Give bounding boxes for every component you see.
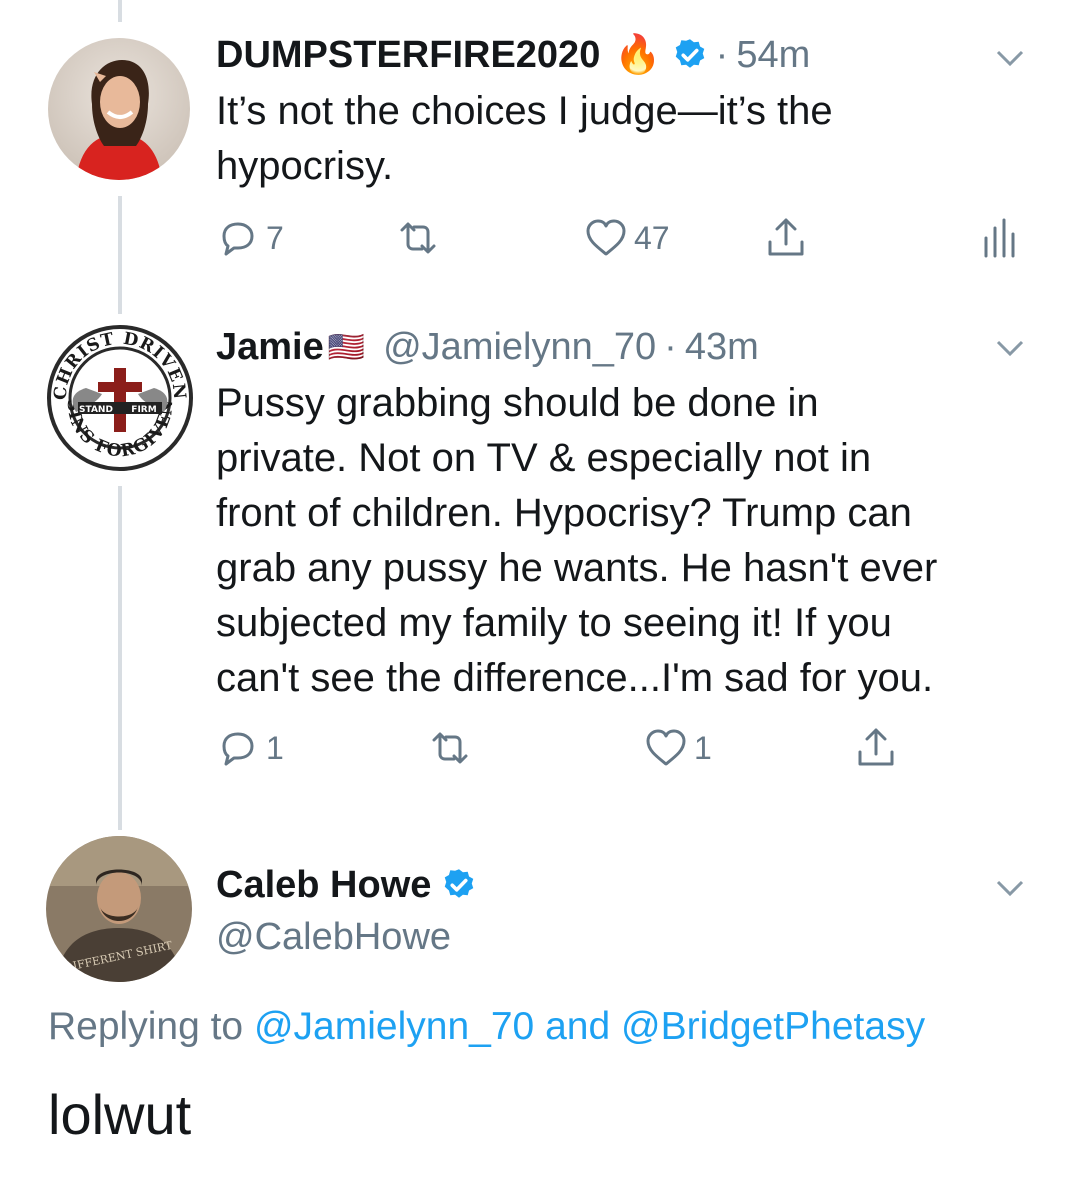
handle[interactable]: @Jamielynn_70	[383, 326, 656, 369]
reply-icon	[222, 222, 254, 256]
reply-count: 1	[266, 729, 284, 766]
chevron-down-icon[interactable]	[992, 46, 1028, 70]
focused-header: Caleb Howe	[216, 860, 477, 910]
like-icon	[586, 219, 626, 256]
display-name[interactable]: DUMPSTERFIRE2020	[216, 34, 600, 77]
text-line: private. Not on TV & especially not in	[216, 436, 872, 480]
reply-button[interactable]: 1	[216, 726, 284, 770]
focused-tweet-text: lolwut	[48, 1083, 192, 1146]
reply-count: 7	[266, 219, 284, 256]
display-name[interactable]: Jamie	[216, 326, 324, 369]
text-line: grab any pussy he wants. He hasn't ever	[216, 546, 938, 590]
retweet-icon	[400, 222, 436, 254]
separator: ·	[715, 33, 729, 76]
text-line: front of children. Hypocrisy? Trump can	[216, 491, 912, 535]
display-name[interactable]: Caleb Howe	[216, 864, 431, 907]
replying-to: Replying to @Jamielynn_70 and @BridgetPh…	[48, 1005, 925, 1049]
thread-line	[118, 0, 122, 22]
avatar-badge-left-text: STAND	[79, 405, 113, 415]
share-button[interactable]	[854, 726, 898, 770]
tweet-1-header: DUMPSTERFIRE2020 🔥 · 54m	[216, 30, 810, 80]
like-button[interactable]: 47	[584, 216, 670, 260]
text-line: hypocrisy.	[216, 144, 394, 188]
text-line: can't see the difference...I'm sad for y…	[216, 656, 934, 700]
like-icon	[646, 729, 686, 766]
tweet-2-text: Pussy grabbing should be done in private…	[216, 376, 937, 706]
share-icon	[768, 218, 804, 256]
avatar-jamie[interactable]: CHRIST DRIVEN SINS FORGIVEN STAND FIRM	[46, 324, 194, 472]
verified-badge-icon	[445, 869, 474, 898]
tweet-2-actions: 1 1	[216, 726, 936, 776]
tweet-1-text: It’s not the choices I judge—it’s the hy…	[216, 84, 833, 194]
share-button[interactable]	[764, 216, 808, 260]
share-icon	[858, 728, 894, 766]
mention-link[interactable]: @Jamielynn_70	[254, 1005, 534, 1048]
retweet-button[interactable]	[396, 216, 440, 260]
avatar-badge-right-text: FIRM	[131, 405, 156, 415]
analytics-icon	[984, 218, 1015, 258]
chevron-down-icon[interactable]	[992, 876, 1028, 900]
timestamp[interactable]: 54m	[736, 34, 810, 77]
like-button[interactable]: 1	[644, 726, 712, 770]
like-count: 47	[634, 219, 670, 256]
analytics-button[interactable]	[978, 216, 1022, 260]
handle[interactable]: @CalebHowe	[216, 916, 451, 959]
focused-handle-row: @CalebHowe	[216, 912, 451, 962]
thread-line	[118, 196, 122, 314]
chevron-down-icon[interactable]	[992, 336, 1028, 360]
retweet-button[interactable]	[428, 726, 472, 770]
avatar-dumpsterfire[interactable]	[48, 38, 190, 180]
replying-to-prefix: Replying to	[48, 1005, 244, 1048]
mention-link[interactable]: @BridgetPhetasy	[621, 1005, 925, 1048]
us-flag-emoji: 🇺🇸	[327, 330, 366, 364]
text-line: Pussy grabbing should be done in	[216, 381, 819, 425]
avatar-caleb-howe[interactable]: DIFFERENT SHIRT	[46, 836, 192, 982]
tweet-2-header: Jamie 🇺🇸 @Jamielynn_70 · 43m	[216, 322, 759, 372]
timestamp[interactable]: 43m	[685, 326, 759, 369]
reply-icon	[222, 732, 254, 766]
like-count: 1	[694, 729, 712, 766]
fire-emoji: 🔥	[614, 34, 662, 76]
retweet-icon	[432, 732, 468, 764]
thread-line	[118, 486, 122, 830]
mention-conjunction: and	[545, 1005, 611, 1048]
text-line: subjected my family to seeing it! If you	[216, 601, 892, 645]
separator: ·	[664, 325, 677, 368]
verified-badge-icon	[675, 39, 704, 68]
text-line: It’s not the choices I judge—it’s the	[216, 89, 833, 133]
tweet-1-actions: 7 47	[216, 216, 1016, 266]
reply-button[interactable]: 7	[216, 216, 284, 260]
